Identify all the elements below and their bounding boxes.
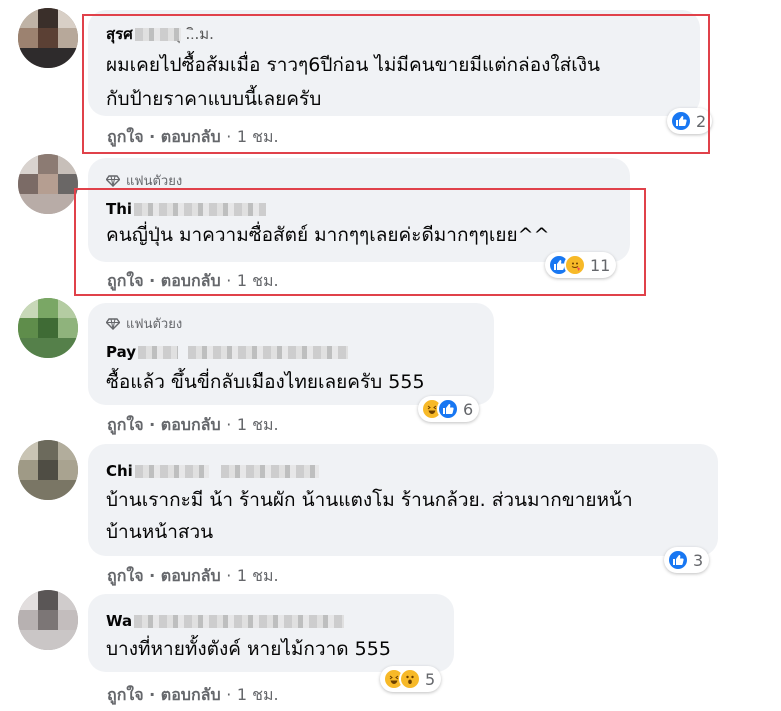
comment-bubble: Wa บางที่หายทั้งตังค์ หายไม้กวาด 555	[88, 594, 454, 672]
reaction-summary[interactable]: 5	[380, 666, 442, 692]
reply-link[interactable]: ตอบกลับ	[161, 685, 221, 704]
timestamp[interactable]: 1 ชม.	[237, 566, 279, 585]
like-link[interactable]: ถูกใจ	[107, 685, 144, 704]
reaction-count: 3	[693, 550, 704, 570]
reaction-count: 6	[463, 399, 474, 419]
commenter-name[interactable]: Pay	[106, 343, 349, 361]
comment-actions: ถูกใจ · ตอบกลับ · 1 ชม.	[107, 415, 279, 434]
avatar[interactable]	[18, 440, 78, 500]
avatar[interactable]	[18, 590, 78, 650]
like-link[interactable]: ถูกใจ	[107, 415, 144, 434]
avatar[interactable]	[18, 298, 78, 358]
like-reaction-icon	[437, 398, 459, 420]
like-link[interactable]: ถูกใจ	[107, 566, 144, 585]
top-fan-badge: แฟนตัวยง	[106, 313, 182, 334]
comment-text-line: บ้านเรากะมี น้า ร้านผัก น้านแตงโม ร้านกล…	[106, 489, 633, 511]
diamond-icon	[106, 317, 120, 330]
avatar[interactable]	[18, 154, 78, 214]
commenter-name[interactable]: Chi	[106, 462, 319, 480]
reaction-summary[interactable]: 3	[664, 547, 710, 573]
reaction-summary[interactable]: 6	[418, 396, 480, 422]
avatar[interactable]	[18, 8, 78, 68]
reply-link[interactable]: ตอบกลับ	[161, 566, 221, 585]
reaction-count: 5	[425, 669, 436, 689]
comment-bubble: Chi บ้านเรากะมี น้า ร้านผัก น้านแตงโม ร้…	[88, 444, 718, 556]
like-reaction-icon	[667, 549, 689, 571]
reply-link[interactable]: ตอบกลับ	[161, 415, 221, 434]
wow-reaction-icon	[399, 668, 421, 690]
comment-text-line: ซื้อแล้ว ขึ้นขี่กลับเมืองไทยเลยครับ 555	[106, 371, 425, 393]
comment-bubble: แฟนตัวยง Pay ซื้อแล้ว ขึ้นขี่กลับเมืองไท…	[88, 303, 494, 405]
timestamp[interactable]: 1 ชม.	[237, 685, 279, 704]
commenter-name[interactable]: Wa	[106, 612, 345, 630]
highlight-box	[82, 14, 710, 154]
comment-actions: ถูกใจ · ตอบกลับ · 1 ชม.	[107, 685, 279, 704]
highlight-box	[74, 188, 646, 296]
comment-actions: ถูกใจ · ตอบกลับ · 1 ชม.	[107, 566, 279, 585]
comment-text-line: บ้านหน้าสวน	[106, 521, 214, 543]
comment-text-line: บางที่หายทั้งตังค์ หายไม้กวาด 555	[106, 638, 391, 660]
timestamp[interactable]: 1 ชม.	[237, 415, 279, 434]
diamond-icon	[106, 174, 120, 187]
